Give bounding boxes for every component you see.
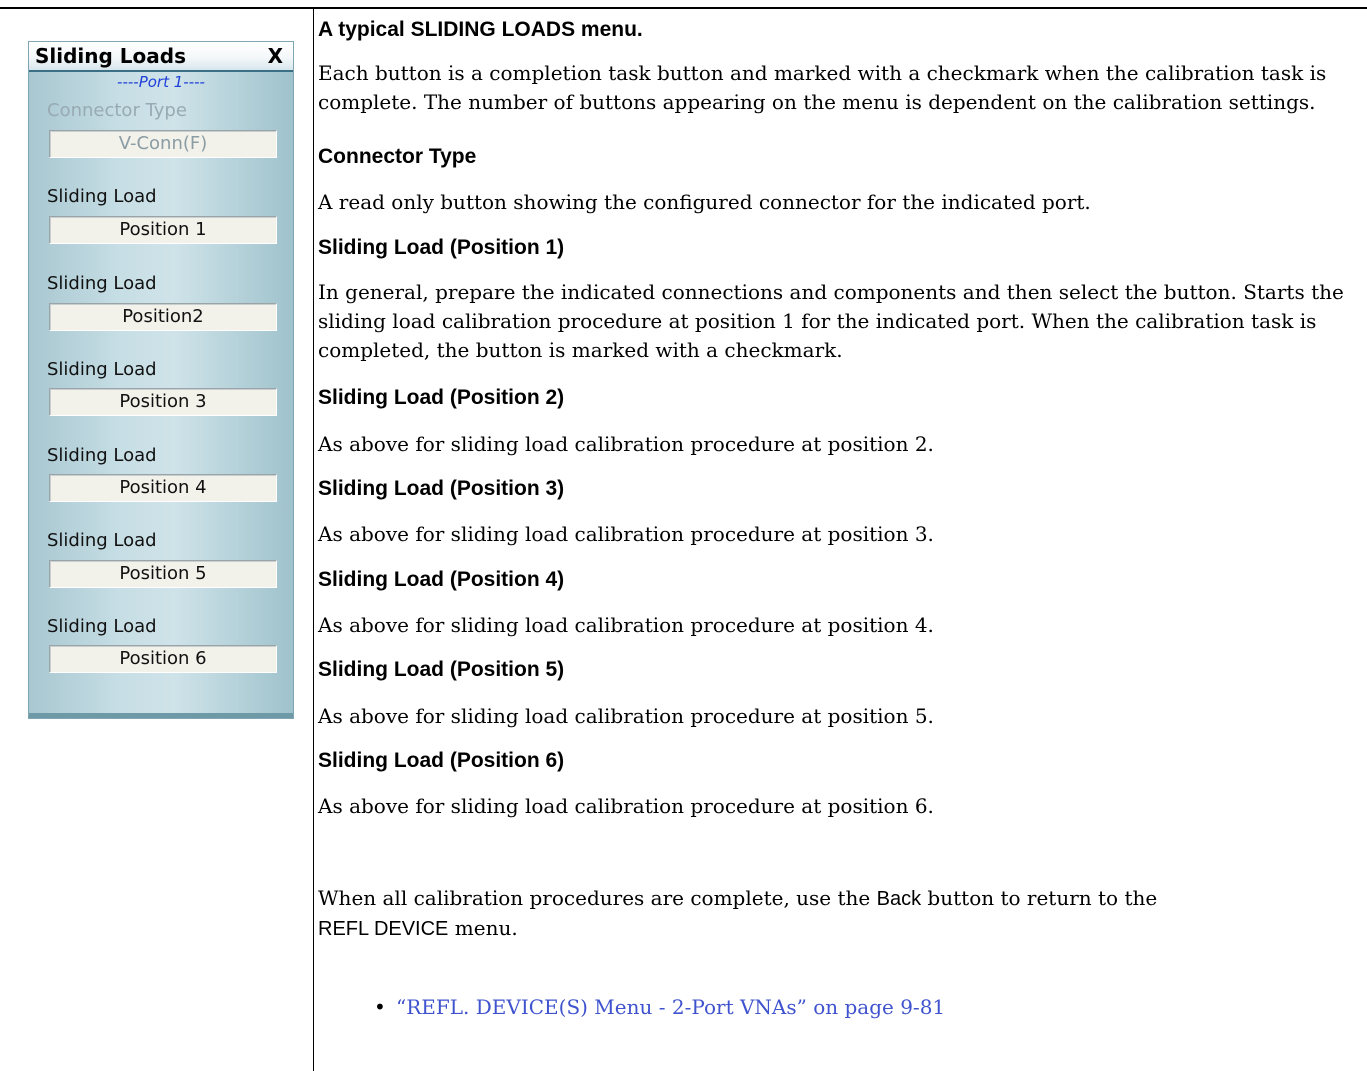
refl-device-menu-link[interactable]: “REFL. DEVICE(S) Menu - 2-Port VNAs” on … [396,995,945,1019]
close-icon[interactable]: X [268,42,283,70]
heading-position-2: Sliding Load (Position 2) [318,386,565,409]
menu-title: Sliding Loads [35,44,187,68]
position-6-button[interactable]: Position 6 [49,645,277,673]
sliding-load-label-3: Sliding Load [47,359,157,380]
column-divider [313,8,314,1071]
connector-type-button: V-Conn(F) [49,130,277,158]
position-4-button[interactable]: Position 4 [49,474,277,502]
text-position-3: As above for sliding load calibration pr… [318,522,934,546]
sliding-load-label-1: Sliding Load [47,186,157,207]
bullet-icon: • [374,995,386,1019]
sliding-load-label-6: Sliding Load [47,616,157,637]
menu-bottom-bar [29,713,293,718]
top-rule [0,7,1367,9]
heading-position-4: Sliding Load (Position 4) [318,568,565,591]
text-position-5: As above for sliding load calibration pr… [318,704,934,728]
text-position-1: In general, prepare the indicated connec… [318,280,1344,362]
cross-reference-item: • “REFL. DEVICE(S) Menu - 2-Port VNAs” on… [374,993,945,1022]
closing-text-3: menu. [448,916,518,940]
sliding-load-label-4: Sliding Load [47,445,157,466]
closing-text-2: button to return to the [921,886,1158,910]
connector-type-label: Connector Type [47,100,187,121]
position-2-button[interactable]: Position2 [49,303,277,331]
sliding-load-label-5: Sliding Load [47,530,157,551]
text-position-6: As above for sliding load calibration pr… [318,794,934,818]
figure-caption: A typical SLIDING LOADS menu. [318,18,643,41]
position-3-button[interactable]: Position 3 [49,388,277,416]
text-connector-type: A read only button showing the configure… [318,190,1091,214]
intro-paragraph: Each button is a completion task button … [318,61,1327,114]
heading-connector-type: Connector Type [318,145,477,168]
heading-position-5: Sliding Load (Position 5) [318,658,565,681]
port-label: ----Port 1---- [117,73,205,91]
position-1-button[interactable]: Position 1 [49,216,277,244]
position-5-button[interactable]: Position 5 [49,560,277,588]
sliding-loads-menu: Sliding Loads X ----Port 1---- Connector… [28,41,294,719]
text-position-2: As above for sliding load calibration pr… [318,432,934,456]
back-button-reference: Back [876,888,922,910]
heading-position-3: Sliding Load (Position 3) [318,477,565,500]
closing-paragraph: When all calibration procedures are comp… [318,884,1363,944]
heading-position-1: Sliding Load (Position 1) [318,236,565,259]
sliding-load-label-2: Sliding Load [47,273,157,294]
text-position-4: As above for sliding load calibration pr… [318,613,934,637]
heading-position-6: Sliding Load (Position 6) [318,749,565,772]
menu-title-bar: Sliding Loads X [29,42,293,72]
closing-text-1: When all calibration procedures are comp… [318,886,877,910]
refl-device-reference: REFL DEVICE [318,918,449,940]
